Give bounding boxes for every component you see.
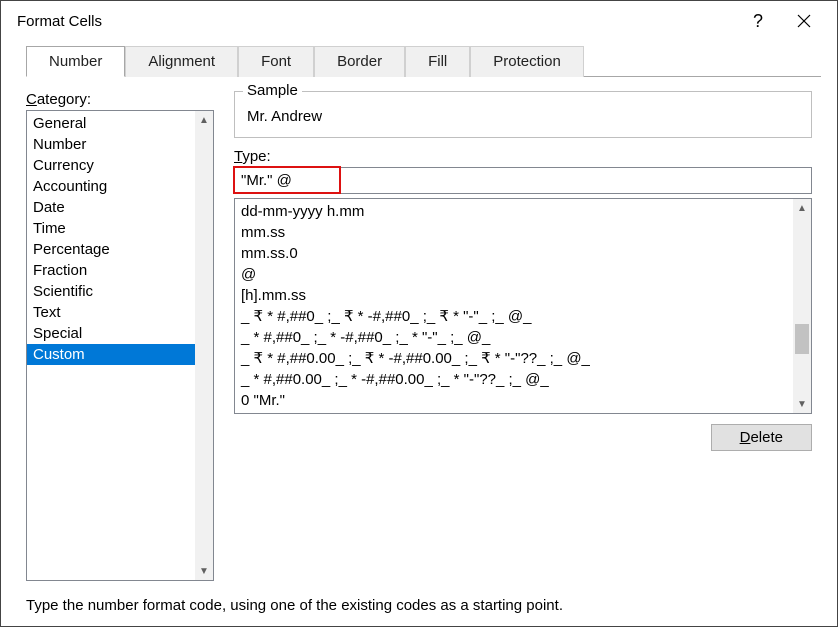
- format-code-item[interactable]: _ * #,##0.00_ ;_ * -#,##0.00_ ;_ * "-"??…: [235, 369, 793, 390]
- format-codes-listbox[interactable]: dd-mm-yyyy h.mmmm.ssmm.ss.0@[h].mm.ss_ ₹…: [234, 198, 812, 414]
- window-title: Format Cells: [17, 13, 735, 30]
- category-item[interactable]: Currency: [27, 155, 195, 176]
- format-cells-dialog: Format Cells ? NumberAlignmentFontBorder…: [0, 0, 838, 627]
- format-code-item[interactable]: 0 "Mr.": [235, 390, 793, 411]
- tabs: NumberAlignmentFontBorderFillProtection: [26, 45, 821, 77]
- format-code-item[interactable]: mm.ss: [235, 222, 793, 243]
- tab-font[interactable]: Font: [238, 46, 314, 77]
- close-icon: [797, 14, 811, 28]
- tab-border[interactable]: Border: [314, 46, 405, 77]
- format-code-item[interactable]: dd-mm-yyyy h.mm: [235, 201, 793, 222]
- category-column: Category: GeneralNumberCurrencyAccountin…: [26, 91, 214, 581]
- close-button[interactable]: [781, 5, 827, 37]
- category-item[interactable]: Time: [27, 218, 195, 239]
- tab-protection[interactable]: Protection: [470, 46, 584, 77]
- category-listbox[interactable]: GeneralNumberCurrencyAccountingDateTimeP…: [26, 110, 214, 581]
- type-input-wrap: [234, 167, 812, 194]
- sample-group: Sample Mr. Andrew: [234, 91, 812, 138]
- delete-button[interactable]: Delete: [711, 424, 812, 451]
- format-code-item[interactable]: _ ₹ * #,##0_ ;_ ₹ * -#,##0_ ;_ ₹ * "-"_ …: [235, 306, 793, 327]
- category-item[interactable]: Fraction: [27, 260, 195, 281]
- category-item[interactable]: Percentage: [27, 239, 195, 260]
- category-item[interactable]: Accounting: [27, 176, 195, 197]
- hint-text: Type the number format code, using one o…: [26, 597, 812, 614]
- formats-scrollbar[interactable]: ▲ ▼: [793, 199, 811, 413]
- category-item[interactable]: General: [27, 113, 195, 134]
- format-code-item[interactable]: [h].mm.ss: [235, 285, 793, 306]
- category-item[interactable]: Special: [27, 323, 195, 344]
- help-button[interactable]: ?: [735, 5, 781, 37]
- scroll-down-icon[interactable]: ▼: [195, 562, 213, 580]
- format-code-item[interactable]: mm.ss.0: [235, 243, 793, 264]
- category-scrollbar[interactable]: ▲ ▼: [195, 111, 213, 580]
- titlebar: Format Cells ?: [1, 1, 837, 41]
- scroll-thumb[interactable]: [795, 324, 809, 354]
- format-details: Sample Mr. Andrew Type: dd-mm-yyyy h.mmm…: [234, 91, 812, 581]
- tab-number[interactable]: Number: [26, 46, 125, 77]
- format-code-item[interactable]: "Mr." @: [235, 411, 793, 413]
- scroll-down-icon[interactable]: ▼: [793, 395, 811, 413]
- category-label: Category:: [26, 91, 214, 108]
- dialog-body: Category: GeneralNumberCurrencyAccountin…: [1, 77, 837, 626]
- type-input[interactable]: [235, 168, 811, 193]
- category-item[interactable]: Number: [27, 134, 195, 155]
- category-item[interactable]: Custom: [27, 344, 195, 365]
- category-item[interactable]: Scientific: [27, 281, 195, 302]
- category-item[interactable]: Date: [27, 197, 195, 218]
- tab-fill[interactable]: Fill: [405, 46, 470, 77]
- sample-value: Mr. Andrew: [245, 106, 801, 127]
- type-label: Type:: [234, 148, 812, 165]
- scroll-up-icon[interactable]: ▲: [195, 111, 213, 129]
- format-code-item[interactable]: _ ₹ * #,##0.00_ ;_ ₹ * -#,##0.00_ ;_ ₹ *…: [235, 348, 793, 369]
- scroll-up-icon[interactable]: ▲: [793, 199, 811, 217]
- category-item[interactable]: Text: [27, 302, 195, 323]
- format-code-item[interactable]: @: [235, 264, 793, 285]
- sample-label: Sample: [243, 82, 302, 99]
- format-code-item[interactable]: _ * #,##0_ ;_ * -#,##0_ ;_ * "-"_ ;_ @_: [235, 327, 793, 348]
- tab-alignment[interactable]: Alignment: [125, 46, 238, 77]
